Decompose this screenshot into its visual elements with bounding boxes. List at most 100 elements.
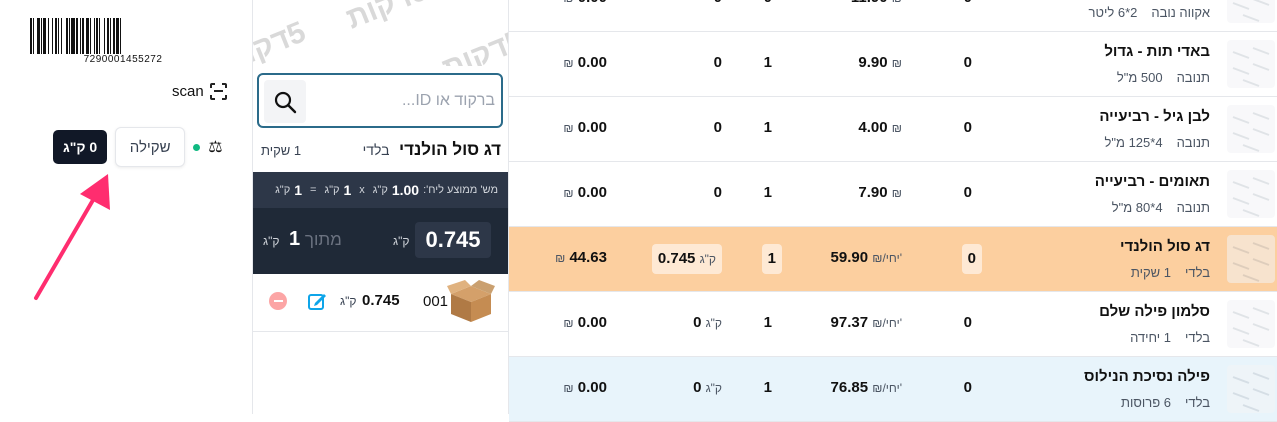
product-details: בלדי 1 יחידה (1130, 330, 1210, 345)
unit-price: 76.85 ₪/יחי' (830, 379, 902, 396)
product-thumbnail (1227, 170, 1275, 218)
barcode-image (30, 18, 216, 54)
unit-price: 9.90 ₪ (858, 54, 902, 71)
table-row[interactable]: דג סול הולנדי בלדי1 שקית 0 59.90 ₪/יחי' … (509, 227, 1277, 292)
product-name: פילה נסיכת הנילוס (1084, 368, 1210, 385)
selected-product-name: דג סול הולנדי (398, 140, 501, 159)
target-weight: מתוך 1 (289, 228, 342, 250)
product-brand: תנובה (1176, 70, 1210, 85)
table-row[interactable]: פילה נסיכת הנילוס בלדי 6 פרוסות 0 76.85 ₪… (509, 357, 1277, 422)
weigh-entry-row: 001 0.745 ק"ג (253, 274, 508, 332)
unit-price: 7.90 ₪ (858, 184, 902, 201)
received-count: 0 (961, 244, 982, 274)
line-total: ₪ 0.00 (563, 184, 607, 201)
product-pack: 1 שקית (1130, 265, 1172, 280)
received-count: 0 (963, 379, 972, 396)
target-weight-unit: ק"ג (263, 234, 280, 248)
weigh-button[interactable]: שקילה (115, 127, 186, 167)
product-details: תנובה 4*80 מ"ל (1112, 200, 1210, 215)
search-input[interactable] (311, 75, 499, 126)
weighed-amount: ק"ג 0 (693, 379, 722, 396)
product-thumbnail (1227, 0, 1275, 23)
received-count: 0 (963, 314, 972, 331)
weighed-amount: ק"ג 0 (693, 314, 722, 331)
scale-icon: ⚖ (208, 139, 223, 156)
product-pack: 6 פרוסות (1121, 395, 1172, 410)
quantity: 1 (763, 54, 772, 71)
product-thumbnail (1227, 365, 1275, 413)
quantity: 0 (764, 0, 772, 6)
product-pack: 2*6 ליטר (1088, 5, 1138, 20)
product-pack: 500 מ"ל (1116, 70, 1163, 85)
product-brand: בלדי (1185, 265, 1210, 280)
product-thumbnail (1227, 300, 1275, 348)
selected-product-pack: 1 שקית (261, 143, 302, 158)
line-total: ₪ 0.00 (563, 379, 607, 396)
line-total: ₪ 0.00 (563, 314, 607, 331)
product-name: תאומים - רביעייה (1094, 173, 1210, 190)
barcode-number: 7290001455272 (83, 54, 163, 65)
product-details: תנובה 4*125 מ"ל (1105, 135, 1210, 150)
product-brand: תנובה (1176, 135, 1210, 150)
search-box (257, 73, 503, 128)
quantity: 1 (761, 244, 782, 274)
weighed-total-value: 0.745 (415, 222, 491, 258)
product-details: תנובה 500 מ"ל (1117, 70, 1210, 85)
weigh-entry-weight: 0.745 (362, 292, 400, 309)
table-row[interactable]: אקווה נובה 2*6 ליטר 0 11.90 ₪ 0 0 ₪ 0.00 (509, 0, 1277, 32)
weighed-total-unit: ק"ג (393, 234, 410, 248)
product-name: דג סול הולנדי (1119, 238, 1210, 255)
quantity: 1 (763, 314, 772, 331)
scale-row: 0 ק"ג שקילה ⚖ (53, 127, 223, 167)
product-brand: בלדי (1185, 395, 1210, 410)
unit-price: 97.37 ₪/יחי' (830, 314, 902, 331)
product-pack: 4*125 מ"ל (1104, 135, 1163, 150)
weighed-amount: ק"ג 0.745 (651, 244, 722, 274)
weigh-entry-unit: ק"ג (340, 294, 357, 308)
quantity: 1 (763, 184, 772, 201)
table-row[interactable]: תאומים - רביעייה תנובה4*80 מ"ל 0 7.90 ₪ … (509, 162, 1277, 227)
weighed-amount: 0 (713, 119, 722, 136)
product-name: סלמון פילה שלם (1099, 303, 1210, 320)
search-button[interactable] (264, 80, 306, 123)
product-table: אקווה נובה2*6 ליטר 0 11.90 ₪ 0 0 ₪ 0.00 … (509, 0, 1277, 422)
received-count: 0 (964, 0, 972, 6)
box-icon (447, 280, 495, 322)
watermark-logo: 5דקות 5דקות 5דקות (253, 0, 508, 66)
average-weight-line: מש' ממוצע ליח': 1.00 ק"ג x 1 ק"ג = 1 ק"ג (253, 172, 508, 208)
unit-price: 11.90 ₪ (851, 0, 902, 6)
table-row[interactable]: סלמון פילה שלם בלדי 1 יחידה 0 97.37 ₪/יחי… (509, 292, 1277, 357)
product-pack: 1 יחידה (1130, 330, 1172, 345)
line-total: ₪ 0.00 (563, 119, 607, 136)
line-total: ₪ 0.00 (563, 0, 607, 6)
remove-icon[interactable] (269, 292, 287, 310)
received-count: 0 (963, 119, 972, 136)
selected-product-tag: בלדי (362, 142, 390, 158)
table-row[interactable]: באדי תות - גדול תנובה500 מ"ל 0 9.90 ₪ 1 … (509, 32, 1277, 97)
line-total: ₪ 0.00 (563, 54, 607, 71)
search-icon (274, 91, 297, 113)
line-total: ₪ 44.63 (555, 249, 607, 266)
table-row[interactable]: לבן גיל - רביעייה תנובה 4*125 מ"ל 0 4.00 … (509, 97, 1277, 162)
product-thumbnail (1227, 40, 1275, 88)
product-name: לבן גיל - רביעייה (1099, 108, 1210, 125)
product-brand: בלדי (1185, 330, 1210, 345)
scan-button[interactable]: scan (172, 81, 229, 102)
unit-price: 4.00 ₪ (858, 119, 902, 136)
product-details: בלדי 6 פרוסות (1121, 395, 1210, 410)
product-thumbnail (1227, 235, 1275, 283)
product-details: אקווה נובה 2*6 ליטר (1089, 5, 1210, 20)
edit-icon[interactable] (307, 291, 327, 311)
product-brand: תנובה (1176, 200, 1210, 215)
product-name: באדי תות - גדול (1104, 43, 1210, 60)
selected-product-header: דג סול הולנדי בלדי 1 שקית (261, 140, 501, 160)
weighed-amount: 0 (713, 184, 722, 201)
received-count: 0 (963, 184, 972, 201)
received-count: 0 (963, 54, 972, 71)
product-thumbnail (1227, 105, 1275, 153)
weighed-amount: 0 (713, 54, 722, 71)
scan-frame-icon (207, 81, 229, 102)
quantity: 1 (763, 379, 772, 396)
weigh-entry-id: 001 (423, 293, 449, 310)
weighing-panel: 5דקות 5דקות 5דקות דג סול הולנדי בלדי 1 ש… (253, 0, 509, 414)
